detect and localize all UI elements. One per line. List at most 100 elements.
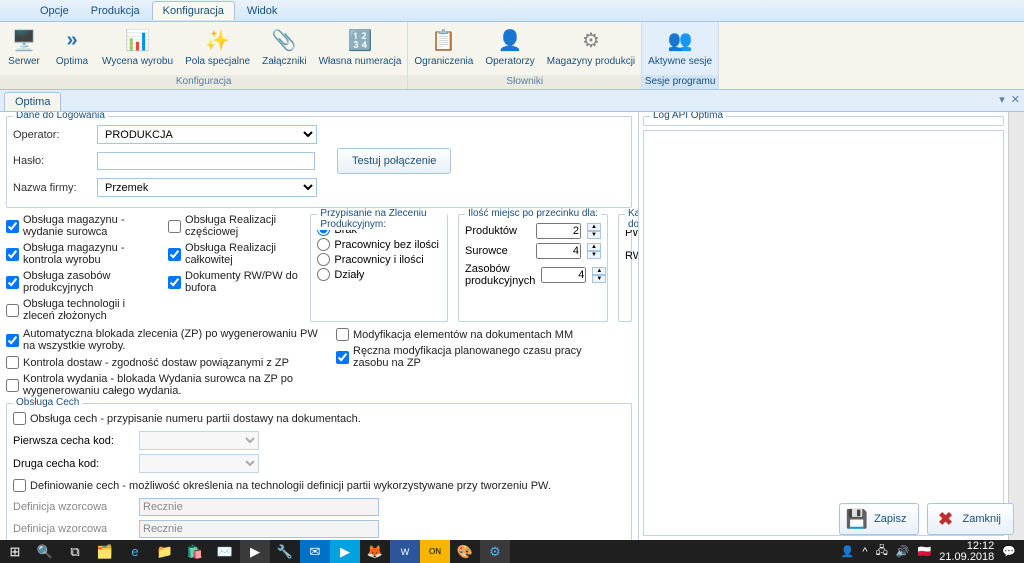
ribbon-serwer[interactable]: 🖥️Serwer xyxy=(0,22,48,75)
chk-reczna-mod[interactable]: Ręczna modyfikacja planowanego czasu pra… xyxy=(336,345,616,369)
ribbon-group-sesje: Sesje programu xyxy=(642,75,718,89)
menu-konfiguracja[interactable]: Konfiguracja xyxy=(152,1,235,20)
radio-pracownicy-ilosci[interactable]: Pracownicy i ilości xyxy=(317,253,441,266)
firma-select[interactable]: Przemek xyxy=(97,178,317,197)
ribbon-zalaczniki[interactable]: 📎Załączniki xyxy=(256,22,312,75)
chk-kontrola-dostaw[interactable]: Kontrola dostaw - zgodność dostaw powiąz… xyxy=(6,356,326,369)
precision-title: Ilość miejsc po przecinku dla: xyxy=(465,208,601,219)
chk-realizacja-calkowita[interactable]: Obsługa Realizacji całkowitej xyxy=(168,242,300,266)
ribbon-numeracja[interactable]: 🔢Własna numeracja xyxy=(313,22,408,75)
radio-pracownicy-bez[interactable]: Pracownicy bez ilości xyxy=(317,238,441,251)
close-button[interactable]: ✖ Zamknij xyxy=(927,503,1014,535)
group-login-title: Dane do Logowania xyxy=(13,112,108,121)
prec-surowce-input[interactable] xyxy=(536,243,581,259)
tb-app6[interactable]: ⚙ xyxy=(480,540,510,563)
optima-icon: » xyxy=(58,26,86,54)
taskview-icon[interactable]: ⧉ xyxy=(60,540,90,563)
save-icon: 💾 xyxy=(846,508,868,530)
tb-app4[interactable]: ▶ xyxy=(330,540,360,563)
tray-network-icon[interactable]: 🖧 xyxy=(876,542,888,561)
tray-notifications-icon[interactable]: 💬 xyxy=(1002,545,1016,558)
tray-up-icon[interactable]: ^ xyxy=(862,546,867,558)
clock[interactable]: 12:12 21.09.2018 xyxy=(939,541,994,563)
ribbon: 🖥️Serwer »Optima 📊Wycena wyrobu ✨Pola sp… xyxy=(0,22,1024,90)
gear-icon: ⚙ xyxy=(577,26,605,54)
close-icon: ✖ xyxy=(934,508,956,530)
server-icon: 🖥️ xyxy=(10,26,38,54)
haslo-label: Hasło: xyxy=(13,155,91,167)
spinner[interactable]: ▲▼ xyxy=(592,267,606,283)
tb-app5[interactable]: ON xyxy=(420,540,450,563)
menubar: Opcje Produkcja Konfiguracja Widok xyxy=(0,0,1024,22)
spinner[interactable]: ▲▼ xyxy=(587,243,601,259)
chk-magazyn-wyrob[interactable]: Obsługa magazynu - kontrola wyrobu xyxy=(6,242,158,266)
chk-rwpw-bufor[interactable]: Dokumenty RW/PW do bufora xyxy=(168,270,300,294)
menu-opcje[interactable]: Opcje xyxy=(30,2,79,20)
window-dropdown-icon[interactable]: ▾ xyxy=(999,93,1005,106)
menu-widok[interactable]: Widok xyxy=(237,2,288,20)
tb-firefox[interactable]: 🦊 xyxy=(360,540,390,563)
log-content xyxy=(643,130,1004,536)
tray-people-icon[interactable]: 👤 xyxy=(841,545,855,558)
chk-technologia[interactable]: Obsługa technologii i zleceń złożonych xyxy=(6,298,158,322)
menu-produkcja[interactable]: Produkcja xyxy=(81,2,150,20)
prec-surowce-label: Surowce xyxy=(465,245,530,257)
tb-app2[interactable]: ▶ xyxy=(240,540,270,563)
tb-app3[interactable]: 🔧 xyxy=(270,540,300,563)
group-login: Dane do Logowania Operator: PRODUKCJA Ha… xyxy=(6,116,632,208)
ribbon-aktywne-sesje[interactable]: 👥Aktywne sesje xyxy=(642,22,718,75)
search-icon[interactable]: 🔍 xyxy=(30,540,60,563)
chk-mod-mm[interactable]: Modyfikacja elementów na dokumentach MM xyxy=(336,328,616,341)
druga-select xyxy=(139,454,259,473)
tab-optima[interactable]: Optima xyxy=(4,92,61,111)
wzorcowa2-input xyxy=(139,520,379,538)
start-button[interactable]: ⊞ xyxy=(0,540,30,563)
operator-label: Operator: xyxy=(13,129,91,141)
ribbon-optima[interactable]: »Optima xyxy=(48,22,96,75)
vertical-scrollbar[interactable] xyxy=(1008,112,1024,540)
chk-magazyn-surowca[interactable]: Obsługa magazynu - wydanie surowca xyxy=(6,214,158,238)
tb-edge[interactable]: e xyxy=(120,540,150,563)
wzorcowa1-input xyxy=(139,498,379,516)
chk-obsluga-cech[interactable]: Obsługa cech - przypisanie numeru partii… xyxy=(13,412,625,425)
log-header: Log API Optima xyxy=(643,116,1004,126)
prec-zasoby-input[interactable] xyxy=(541,267,586,283)
radio-dzialy[interactable]: Działy xyxy=(317,268,441,281)
sparkle-icon: ✨ xyxy=(204,26,232,54)
wzorcowa2-label: Definicja wzorcowa xyxy=(13,523,133,535)
wzorcowa1-label: Definicja wzorcowa xyxy=(13,501,133,513)
chk-realizacja-czesciowa[interactable]: Obsługa Realizacji częściowej xyxy=(168,214,300,238)
prec-produkty-label: Produktów xyxy=(465,225,530,237)
save-button[interactable]: 💾 Zapisz xyxy=(839,503,919,535)
chk-auto-blokada[interactable]: Automatyczna blokada zlecenia (ZP) po wy… xyxy=(6,328,326,352)
tb-store[interactable]: 🛍️ xyxy=(180,540,210,563)
ribbon-pola[interactable]: ✨Pola specjalne xyxy=(179,22,256,75)
haslo-input[interactable] xyxy=(97,152,315,170)
tb-outlook[interactable]: ✉ xyxy=(300,540,330,563)
window-close-icon[interactable]: ✕ xyxy=(1011,93,1020,106)
tb-mail[interactable]: ✉️ xyxy=(210,540,240,563)
ribbon-magazyny[interactable]: ⚙Magazyny produkcji xyxy=(541,22,641,75)
prec-produkty-input[interactable] xyxy=(536,223,581,239)
ribbon-ograniczenia[interactable]: 📋Ograniczenia xyxy=(408,22,479,75)
spinner[interactable]: ▲▼ xyxy=(587,223,601,239)
ribbon-operatorzy[interactable]: 👤Operatorzy xyxy=(479,22,540,75)
numbers-icon: 🔢 xyxy=(346,26,374,54)
tb-word[interactable]: W xyxy=(390,540,420,563)
tb-app1[interactable]: 🗂️ xyxy=(90,540,120,563)
tray-volume-icon[interactable]: 🔊 xyxy=(896,545,910,558)
assign-title: Przypisanie na Zleceniu Produkcyjnym: xyxy=(317,208,447,230)
chk-definiowanie[interactable]: Definiowanie cech - możliwość określenia… xyxy=(13,479,625,492)
pierwsza-select xyxy=(139,431,259,450)
operator-select[interactable]: PRODUKCJA xyxy=(97,125,317,144)
tb-explorer[interactable]: 📁 xyxy=(150,540,180,563)
test-connection-button[interactable]: Testuj połączenie xyxy=(337,148,451,174)
tb-paint[interactable]: 🎨 xyxy=(450,540,480,563)
ribbon-wycena[interactable]: 📊Wycena wyrobu xyxy=(96,22,179,75)
prec-zasoby-label: Zasobów produkcyjnych xyxy=(465,263,535,287)
chk-zasoby[interactable]: Obsługa zasobów produkcyjnych xyxy=(6,270,158,294)
chk-kontrola-wydania[interactable]: Kontrola wydania - blokada Wydania surow… xyxy=(6,373,326,397)
tray-lang-icon[interactable]: 🇵🇱 xyxy=(918,545,932,558)
log-title: Log API Optima xyxy=(650,112,726,121)
attachment-icon: 📎 xyxy=(270,26,298,54)
